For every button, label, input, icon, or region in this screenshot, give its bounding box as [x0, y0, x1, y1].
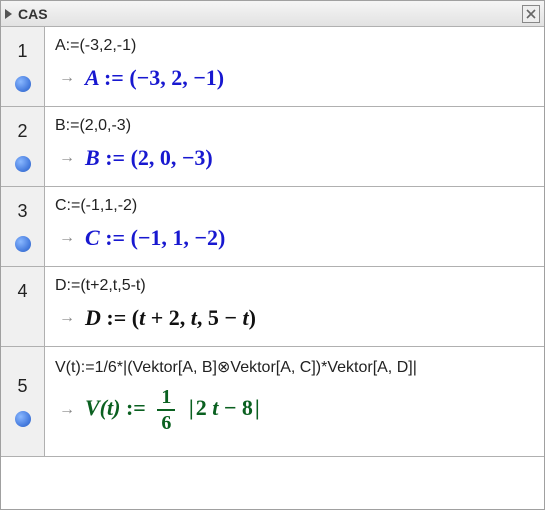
- output-formula: B := (2, 0, −3): [85, 145, 213, 171]
- row-content: B:=(2,0,-3) → B := (2, 0, −3): [45, 107, 544, 186]
- output-formula: V(t) := 1 6 |2 t − 8|: [85, 387, 262, 433]
- visibility-bullet-icon[interactable]: [15, 411, 31, 427]
- row-gutter: 1: [1, 27, 45, 106]
- input-expression[interactable]: V(t):=1/6*|(Vektor[A, B]⊗Vektor[A, C])*V…: [55, 357, 534, 377]
- input-expression[interactable]: C:=(-1,1,-2): [55, 197, 534, 215]
- row-number: 4: [17, 281, 27, 302]
- cas-row[interactable]: 1 A:=(-3,2,-1) → A := (−3, 2, −1): [1, 27, 544, 107]
- row-gutter: 5: [1, 347, 45, 456]
- output-formula: A := (−3, 2, −1): [85, 65, 224, 91]
- visibility-bullet-icon[interactable]: [15, 236, 31, 252]
- result-arrow-icon: →: [59, 69, 75, 87]
- row-gutter: 3: [1, 187, 45, 266]
- output-expression: → C := (−1, 1, −2): [55, 225, 534, 251]
- titlebar: CAS: [1, 1, 544, 27]
- result-arrow-icon: →: [59, 149, 75, 167]
- output-expression: → B := (2, 0, −3): [55, 145, 534, 171]
- result-arrow-icon: →: [59, 401, 75, 419]
- cas-row[interactable]: 5 V(t):=1/6*|(Vektor[A, B]⊗Vektor[A, C])…: [1, 347, 544, 457]
- output-expression: → V(t) := 1 6 |2 t − 8|: [55, 387, 534, 433]
- close-icon: [526, 9, 536, 19]
- row-number: 3: [17, 201, 27, 222]
- row-content: C:=(-1,1,-2) → C := (−1, 1, −2): [45, 187, 544, 266]
- row-number: 1: [17, 41, 27, 62]
- row-content: A:=(-3,2,-1) → A := (−3, 2, −1): [45, 27, 544, 106]
- close-button[interactable]: [522, 5, 540, 23]
- input-expression[interactable]: D:=(t+2,t,5-t): [55, 277, 534, 295]
- fraction: 1 6: [157, 387, 175, 433]
- input-expression[interactable]: A:=(-3,2,-1): [55, 37, 534, 55]
- cas-row[interactable]: 2 B:=(2,0,-3) → B := (2, 0, −3): [1, 107, 544, 187]
- collapse-icon[interactable]: [5, 9, 12, 19]
- row-number: 5: [17, 376, 27, 397]
- row-content: D:=(t+2,t,5-t) → D := (t + 2, t, 5 − t): [45, 267, 544, 346]
- visibility-bullet-icon[interactable]: [15, 76, 31, 92]
- visibility-bullet-icon[interactable]: [15, 156, 31, 172]
- input-expression[interactable]: B:=(2,0,-3): [55, 117, 534, 135]
- output-expression: → D := (t + 2, t, 5 − t): [55, 305, 534, 331]
- row-content: V(t):=1/6*|(Vektor[A, B]⊗Vektor[A, C])*V…: [45, 347, 544, 456]
- output-formula: D := (t + 2, t, 5 − t): [85, 305, 256, 331]
- cas-row[interactable]: 4 D:=(t+2,t,5-t) → D := (t + 2, t, 5 − t…: [1, 267, 544, 347]
- output-expression: → A := (−3, 2, −1): [55, 65, 534, 91]
- row-gutter: 4: [1, 267, 45, 346]
- output-formula: C := (−1, 1, −2): [85, 225, 225, 251]
- row-number: 2: [17, 121, 27, 142]
- panel-title: CAS: [18, 6, 522, 22]
- row-gutter: 2: [1, 107, 45, 186]
- result-arrow-icon: →: [59, 229, 75, 247]
- result-arrow-icon: →: [59, 309, 75, 327]
- cas-row[interactable]: 3 C:=(-1,1,-2) → C := (−1, 1, −2): [1, 187, 544, 267]
